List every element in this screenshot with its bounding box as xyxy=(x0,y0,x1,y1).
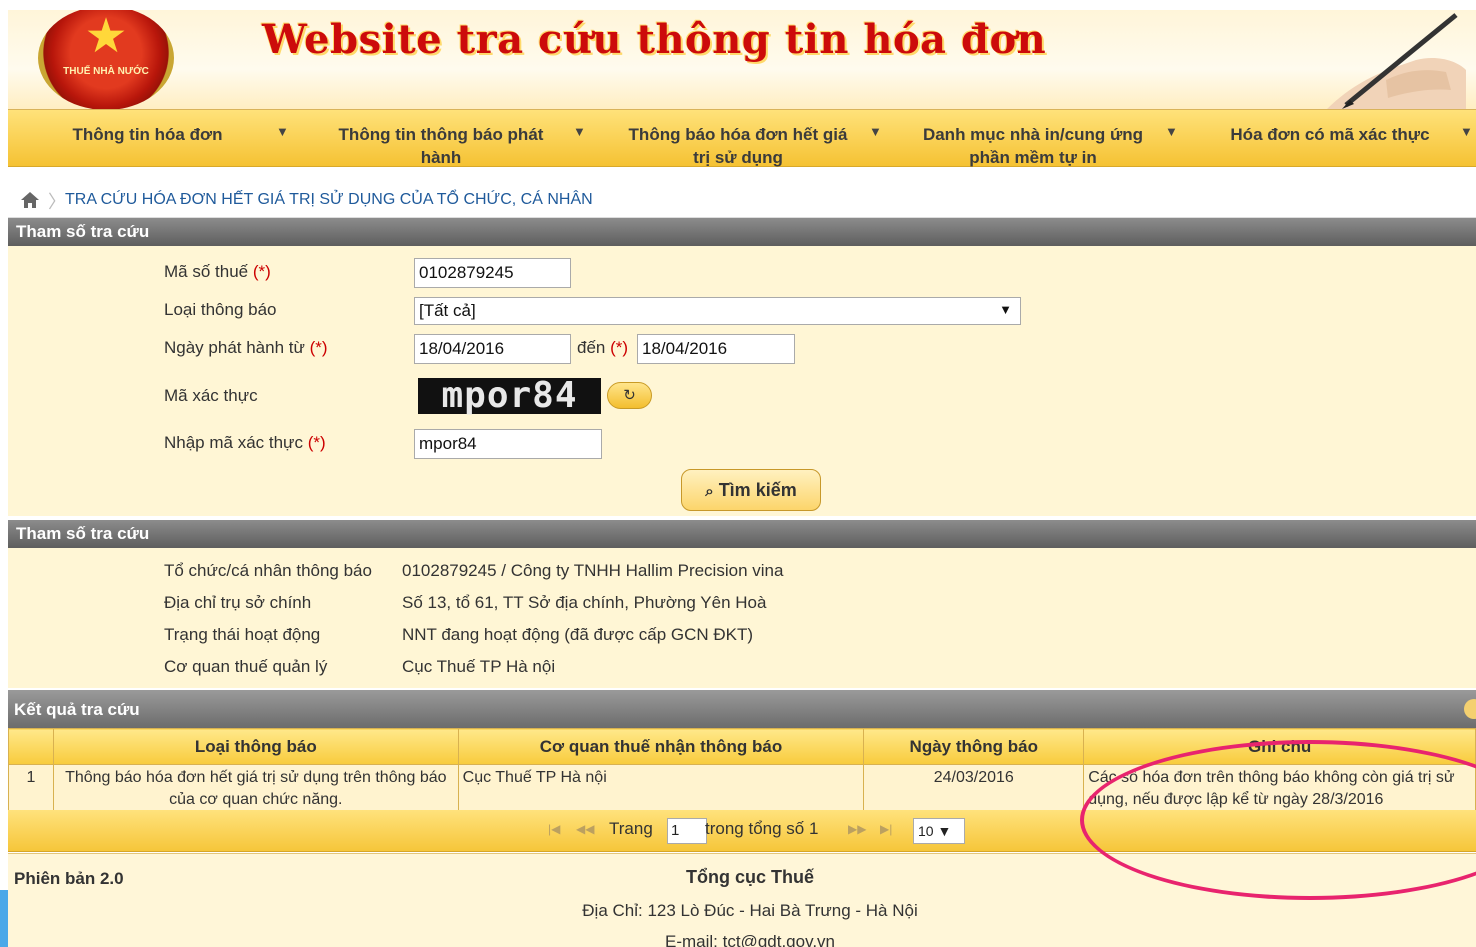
date-to-input[interactable]: 18/04/2016 xyxy=(637,334,795,364)
date-from-input[interactable]: 18/04/2016 xyxy=(414,334,571,364)
tax-logo[interactable]: ★ THUẾ NHÀ NƯỚC xyxy=(38,10,174,109)
tax-code-label: Mã số thuế (*) xyxy=(164,262,271,281)
results-section-header: Kết quả tra cứu xyxy=(8,690,1476,728)
logo-text: THUẾ NHÀ NƯỚC xyxy=(63,66,149,77)
address-value: Số 13, tổ 61, TT Sở địa chính, Phường Yê… xyxy=(402,593,767,612)
taxpayer-section-header: Tham số tra cứu xyxy=(8,520,1476,548)
footer-address: Địa Chỉ: 123 Lò Đúc - Hai Bà Trưng - Hà … xyxy=(582,901,918,920)
chevron-down-icon[interactable]: ▼ xyxy=(573,124,586,139)
date-from-label: Ngày phát hành từ (*) xyxy=(164,338,328,357)
results-title: Kết quả tra cứu xyxy=(14,700,140,719)
prev-page-icon[interactable]: ◀◀ xyxy=(576,822,594,836)
captcha-label: Mã xác thực xyxy=(164,386,258,405)
dropdown-arrow-icon: ▼ xyxy=(999,302,1012,317)
captcha-input[interactable]: mpor84 xyxy=(414,429,602,459)
nav-invoice-info[interactable]: Thông tin hóa đơn xyxy=(60,123,235,146)
left-edge-decoration xyxy=(0,890,8,947)
first-page-icon[interactable]: |◀ xyxy=(548,822,560,836)
search-button-label: Tìm kiếm xyxy=(718,480,797,500)
notice-type-select[interactable]: [Tất cả] ▼ xyxy=(414,297,1021,325)
captcha-image: mpor84 xyxy=(418,378,601,414)
page-size-select[interactable]: 10 ▼ xyxy=(913,818,965,844)
page-number-input[interactable]: 1 xyxy=(667,818,707,844)
notice-type-label: Loại thông báo xyxy=(164,300,277,319)
chevron-down-icon[interactable]: ▼ xyxy=(1165,124,1178,139)
captcha-input-label: Nhập mã xác thực (*) xyxy=(164,433,326,452)
refresh-icon: ↻ xyxy=(623,387,636,404)
footer-email[interactable]: E-mail: tct@gdt.gov.vn xyxy=(8,932,1476,947)
site-title: Website tra cứu thông tin hóa đơn xyxy=(262,16,1047,63)
footer-org: Tổng cục Thuế xyxy=(686,867,814,887)
footer: Phiên bản 2.0 Tổng cục Thuế Địa Chỉ: 123… xyxy=(8,853,1476,947)
notice-type-value: [Tất cả] xyxy=(419,301,476,320)
refresh-captcha-button[interactable]: ↻ xyxy=(607,382,652,409)
site-header: ★ THUẾ NHÀ NƯỚC Website tra cứu thông ti… xyxy=(8,10,1476,110)
nav-printer-list[interactable]: Danh mục nhà in/cung ứng phần mềm tự in xyxy=(913,123,1153,169)
col-date: Ngày thông báo xyxy=(863,728,1085,765)
nav-authenticated-invoice[interactable]: Hóa đơn có mã xác thực xyxy=(1220,123,1440,146)
breadcrumb: 〉 TRA CỨU HÓA ĐƠN HẾT GIÁ TRỊ SỬ DỤNG CỦ… xyxy=(8,182,1476,218)
chevron-down-icon[interactable]: ▼ xyxy=(1460,124,1473,139)
chevron-down-icon[interactable]: ▼ xyxy=(869,124,882,139)
address-label: Địa chỉ trụ sở chính xyxy=(164,593,312,612)
chevron-down-icon[interactable]: ▼ xyxy=(276,124,289,139)
main-navbar: Thông tin hóa đơn ▼ Thông tin thông báo … xyxy=(8,110,1476,167)
collapse-icon[interactable] xyxy=(1464,699,1476,719)
nav-issuance-notice[interactable]: Thông tin thông báo phát hành xyxy=(326,123,556,169)
row-tax-office: Cục Thuế TP Hà nội xyxy=(457,764,865,814)
status-label: Trạng thái hoạt động xyxy=(164,625,321,644)
tax-code-input[interactable]: 0102879245 xyxy=(414,258,571,288)
breadcrumb-current[interactable]: TRA CỨU HÓA ĐƠN HẾT GIÁ TRỊ SỬ DỤNG CỦA … xyxy=(65,191,593,209)
pen-hand-image xyxy=(1327,13,1466,109)
search-button[interactable]: ⌕ Tìm kiếm xyxy=(681,469,821,511)
page-total: trong tổng số 1 xyxy=(705,819,819,838)
breadcrumb-separator: 〉 xyxy=(48,192,66,212)
results-table: Loại thông báo Cơ quan thuế nhận thông b… xyxy=(8,728,1476,814)
date-to-label: đến (*) xyxy=(577,338,629,357)
table-row[interactable]: 1 Thông báo hóa đơn hết giá trị sử dụng … xyxy=(8,764,1476,814)
status-value: NNT đang hoạt động (đã được cấp GCN ĐKT) xyxy=(402,625,754,644)
page-label: Trang xyxy=(609,819,653,838)
row-notice-type: Thông báo hóa đơn hết giá trị sử dụng tr… xyxy=(52,764,459,814)
row-note: Các số hóa đơn trên thông báo không còn … xyxy=(1083,764,1476,814)
next-page-icon[interactable]: ▶▶ xyxy=(848,822,866,836)
last-page-icon[interactable]: ▶| xyxy=(880,822,892,836)
org-label: Tổ chức/cá nhân thông báo xyxy=(164,561,372,580)
tax-office-value: Cục Thuế TP Hà nội xyxy=(402,657,556,676)
nav-expired-invoice[interactable]: Thông báo hóa đơn hết giá trị sử dụng xyxy=(618,123,858,169)
search-icon: ⌕ xyxy=(705,483,714,500)
search-section-header: Tham số tra cứu xyxy=(8,218,1476,246)
tax-office-label: Cơ quan thuế quản lý xyxy=(164,657,328,676)
col-note: Ghi chú xyxy=(1083,728,1476,765)
star-icon: ★ xyxy=(84,10,128,63)
col-notice-type: Loại thông báo xyxy=(52,728,459,765)
col-tax-office: Cơ quan thuế nhận thông báo xyxy=(457,728,865,765)
org-value: 0102879245 / Công ty TNHH Hallim Precisi… xyxy=(402,561,784,580)
home-icon[interactable] xyxy=(20,191,40,209)
row-index: 1 xyxy=(8,764,54,814)
col-index xyxy=(8,728,54,765)
row-date: 24/03/2016 xyxy=(863,764,1085,814)
pager: |◀ ◀◀ Trang 1 trong tổng số 1 ▶▶ ▶| 10 ▼ xyxy=(8,810,1476,852)
top-strip xyxy=(0,0,1476,10)
